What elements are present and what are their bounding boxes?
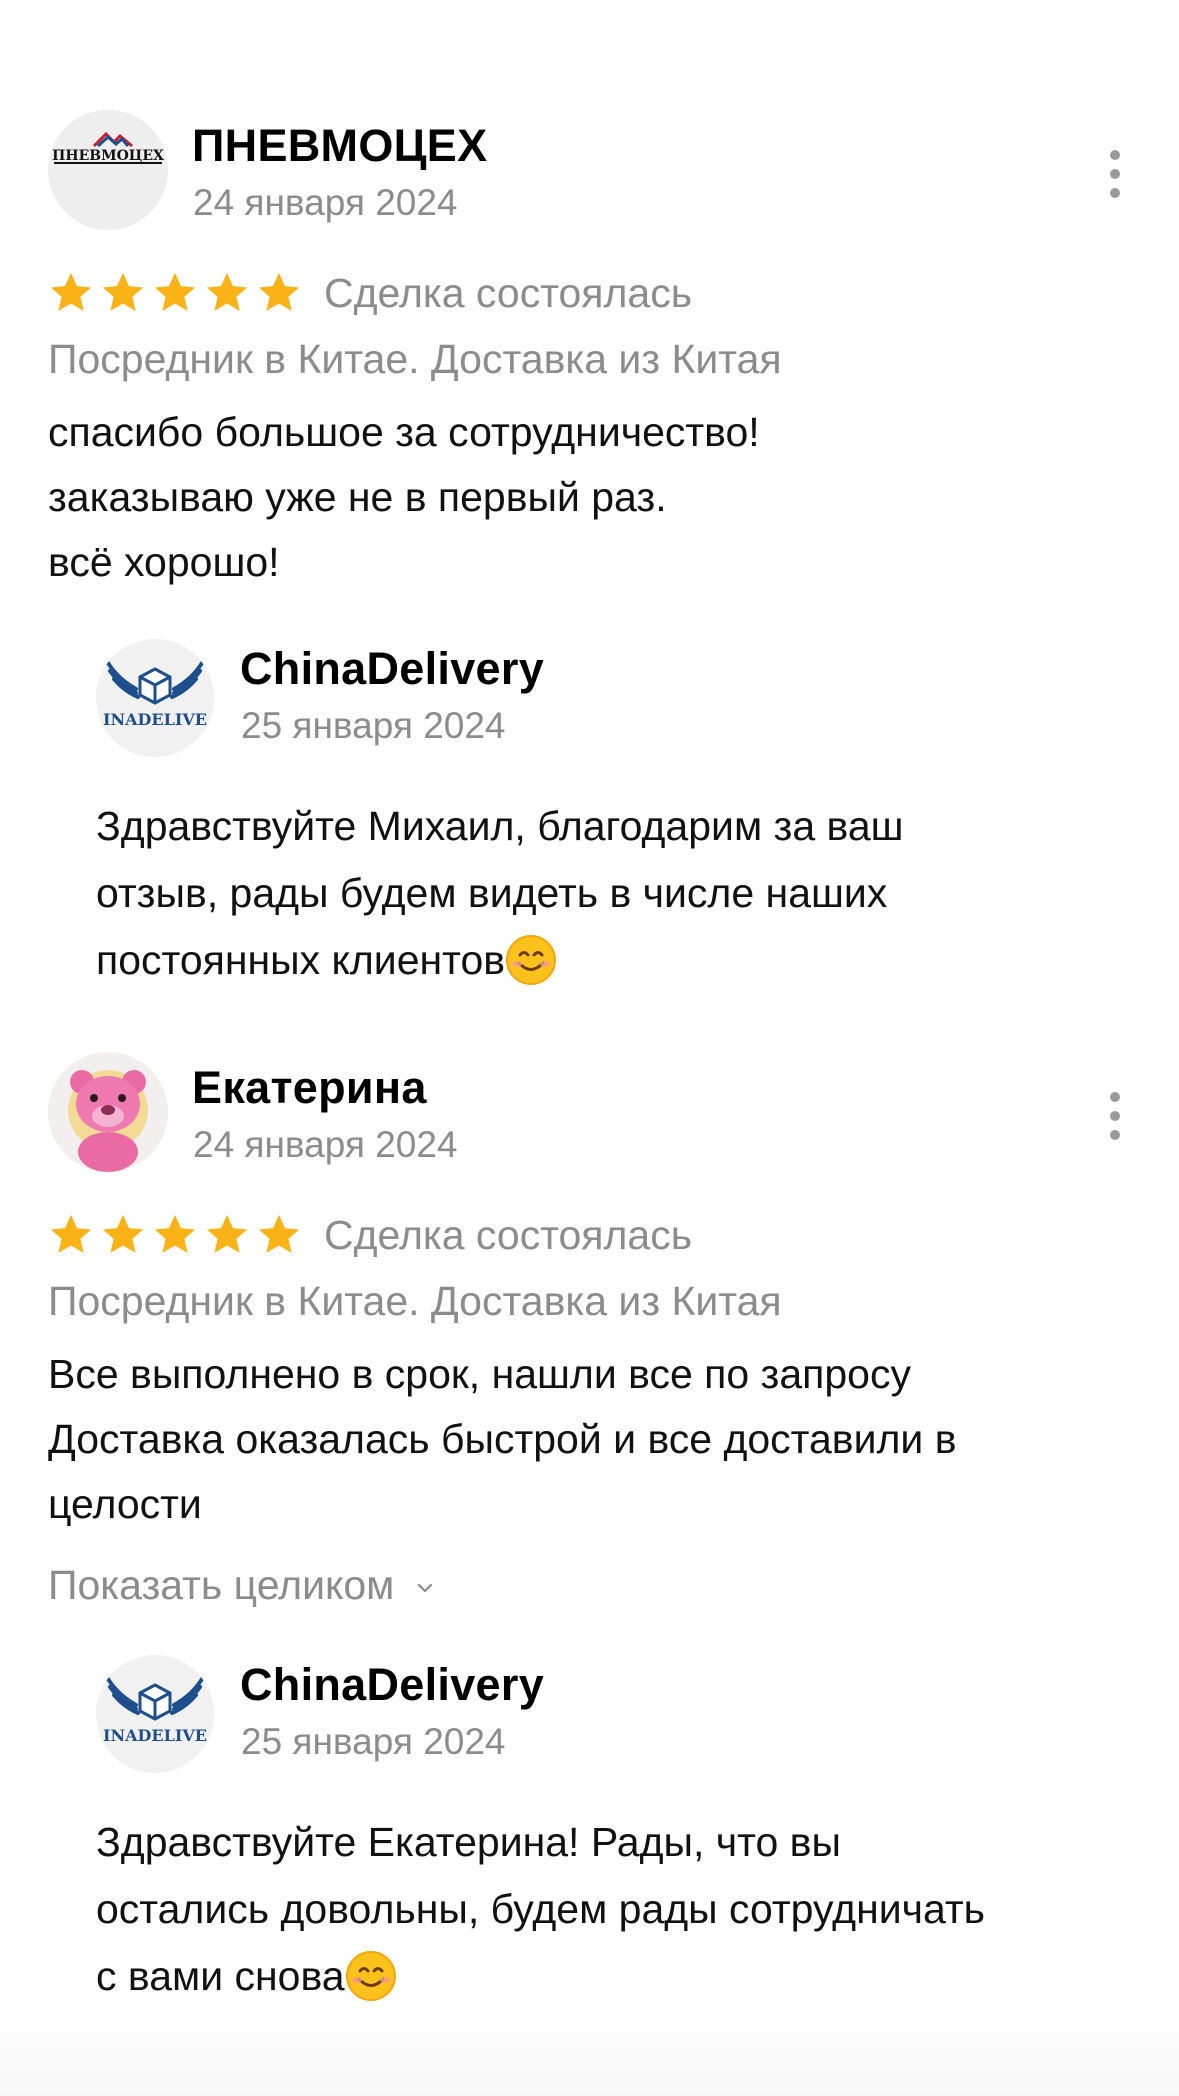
logo-lettering: ПНЕВМОЦЕХ [52, 148, 164, 164]
reply-header: INADELIVE ChinaDelivery 25 января 2024 [96, 639, 1131, 763]
rating-row: Сделка состоялась [48, 1206, 1131, 1264]
review-card: ПНЕВМОЦЕХ ПНЕВМОЦЕХ 24 января 2024 Сделк… [48, 110, 1131, 994]
star-icon [154, 272, 196, 311]
reply-text-line: остались довольны, будем рады сотруднича… [96, 1886, 986, 1932]
reply-date: 25 января 2024 [241, 1721, 506, 1762]
seller-name[interactable]: ChinaDelivery [240, 643, 544, 695]
reply-text-line: постоянных клиентов [96, 937, 506, 983]
reply-text: Здравствуйте Михаил, благодарим за ваш о… [96, 793, 1131, 994]
star-rating [48, 1212, 302, 1258]
reply-text-line: Здравствуйте Михаил, благодарим за ваш [96, 803, 904, 849]
reply-text-line: Здравствуйте Екатерина! Рады, что вы [96, 1819, 841, 1865]
reply-text-line: с вами снова [96, 1953, 345, 1999]
pink-bear-avatar-icon [48, 1052, 168, 1172]
review-text-line: целости [48, 1481, 202, 1527]
rating-row: Сделка состоялась [48, 264, 1131, 322]
review-date: 24 января 2024 [193, 182, 458, 223]
review-text: спасибо большое за сотрудничество! заказ… [48, 400, 1131, 595]
show-full-label: Показать целиком [48, 1561, 395, 1608]
chinadelivery-logo: INADELIVE [96, 639, 214, 757]
review-header: Екатерина 24 января 2024 [48, 1052, 1131, 1176]
deal-status: Сделка состоялась [324, 1211, 693, 1258]
reply-text-line-last: постоянных клиентов [96, 927, 1131, 994]
star-icon [102, 272, 144, 311]
review-category[interactable]: Посредник в Китае. Доставка из Китая [48, 1272, 1131, 1330]
reply-header: INADELIVE ChinaDelivery 25 января 2024 [96, 1655, 1131, 1779]
more-vertical-icon[interactable] [1109, 150, 1121, 198]
author-avatar[interactable] [48, 1052, 168, 1172]
review-text-line: Доставка оказалась быстрой и все достави… [48, 1416, 957, 1462]
smiling-face-emoji-icon [345, 1951, 396, 2001]
reply-text: Здравствуйте Екатерина! Рады, что вы ост… [96, 1809, 1131, 2010]
review-text-line: заказываю уже не в первый раз. [48, 474, 667, 520]
smiling-face-emoji-icon [506, 935, 557, 985]
star-icon [258, 272, 300, 311]
chinadelivery-logo: INADELIVE [96, 1655, 214, 1773]
star-rating [48, 270, 302, 316]
review-category[interactable]: Посредник в Китае. Доставка из Китая [48, 330, 1131, 388]
review-date: 24 января 2024 [193, 1124, 458, 1165]
star-icon [50, 1214, 92, 1253]
reply-text-line-last: с вами снова [96, 1943, 1131, 2010]
seller-reply: INADELIVE ChinaDelivery 25 января 2024 З… [96, 1655, 1131, 2010]
star-icon [102, 1214, 144, 1253]
review-text: Все выполнено в срок, нашли все по запро… [48, 1342, 1131, 1537]
star-icon [50, 272, 92, 311]
star-icon [258, 1214, 300, 1253]
pnevmotseh-logo: ПНЕВМОЦЕХ [48, 110, 168, 230]
review-card: Екатерина 24 января 2024 Сделка состояла… [48, 1052, 1131, 2010]
show-full-button[interactable]: Показать целиком [48, 1555, 1131, 1615]
review-text-line: Все выполнено в срок, нашли все по запро… [48, 1351, 911, 1397]
review-text-line: спасибо большое за сотрудничество! [48, 409, 760, 455]
author-name[interactable]: Екатерина [192, 1062, 427, 1114]
author-name[interactable]: ПНЕВМОЦЕХ [192, 120, 487, 172]
star-icon [206, 1214, 248, 1253]
reply-text-line: отзыв, рады будем видеть в числе наших [96, 870, 888, 916]
chevron-down-icon [418, 1583, 433, 1593]
review-header: ПНЕВМОЦЕХ ПНЕВМОЦЕХ 24 января 2024 [48, 110, 1131, 234]
bottom-fade [0, 2010, 1179, 2096]
reply-date: 25 января 2024 [241, 705, 506, 746]
star-icon [154, 1214, 196, 1253]
author-avatar[interactable]: ПНЕВМОЦЕХ [48, 110, 168, 230]
review-text-line: всё хорошо! [48, 539, 280, 585]
star-icon [206, 272, 248, 311]
more-vertical-icon[interactable] [1109, 1092, 1121, 1140]
seller-avatar[interactable]: INADELIVE [96, 639, 214, 757]
logo-lettering: INADELIVE [103, 710, 207, 729]
seller-reply: INADELIVE ChinaDelivery 25 января 2024 З… [96, 639, 1131, 994]
logo-lettering: INADELIVE [103, 1726, 207, 1745]
seller-name[interactable]: ChinaDelivery [240, 1659, 544, 1711]
seller-avatar[interactable]: INADELIVE [96, 1655, 214, 1773]
deal-status: Сделка состоялась [324, 269, 693, 316]
